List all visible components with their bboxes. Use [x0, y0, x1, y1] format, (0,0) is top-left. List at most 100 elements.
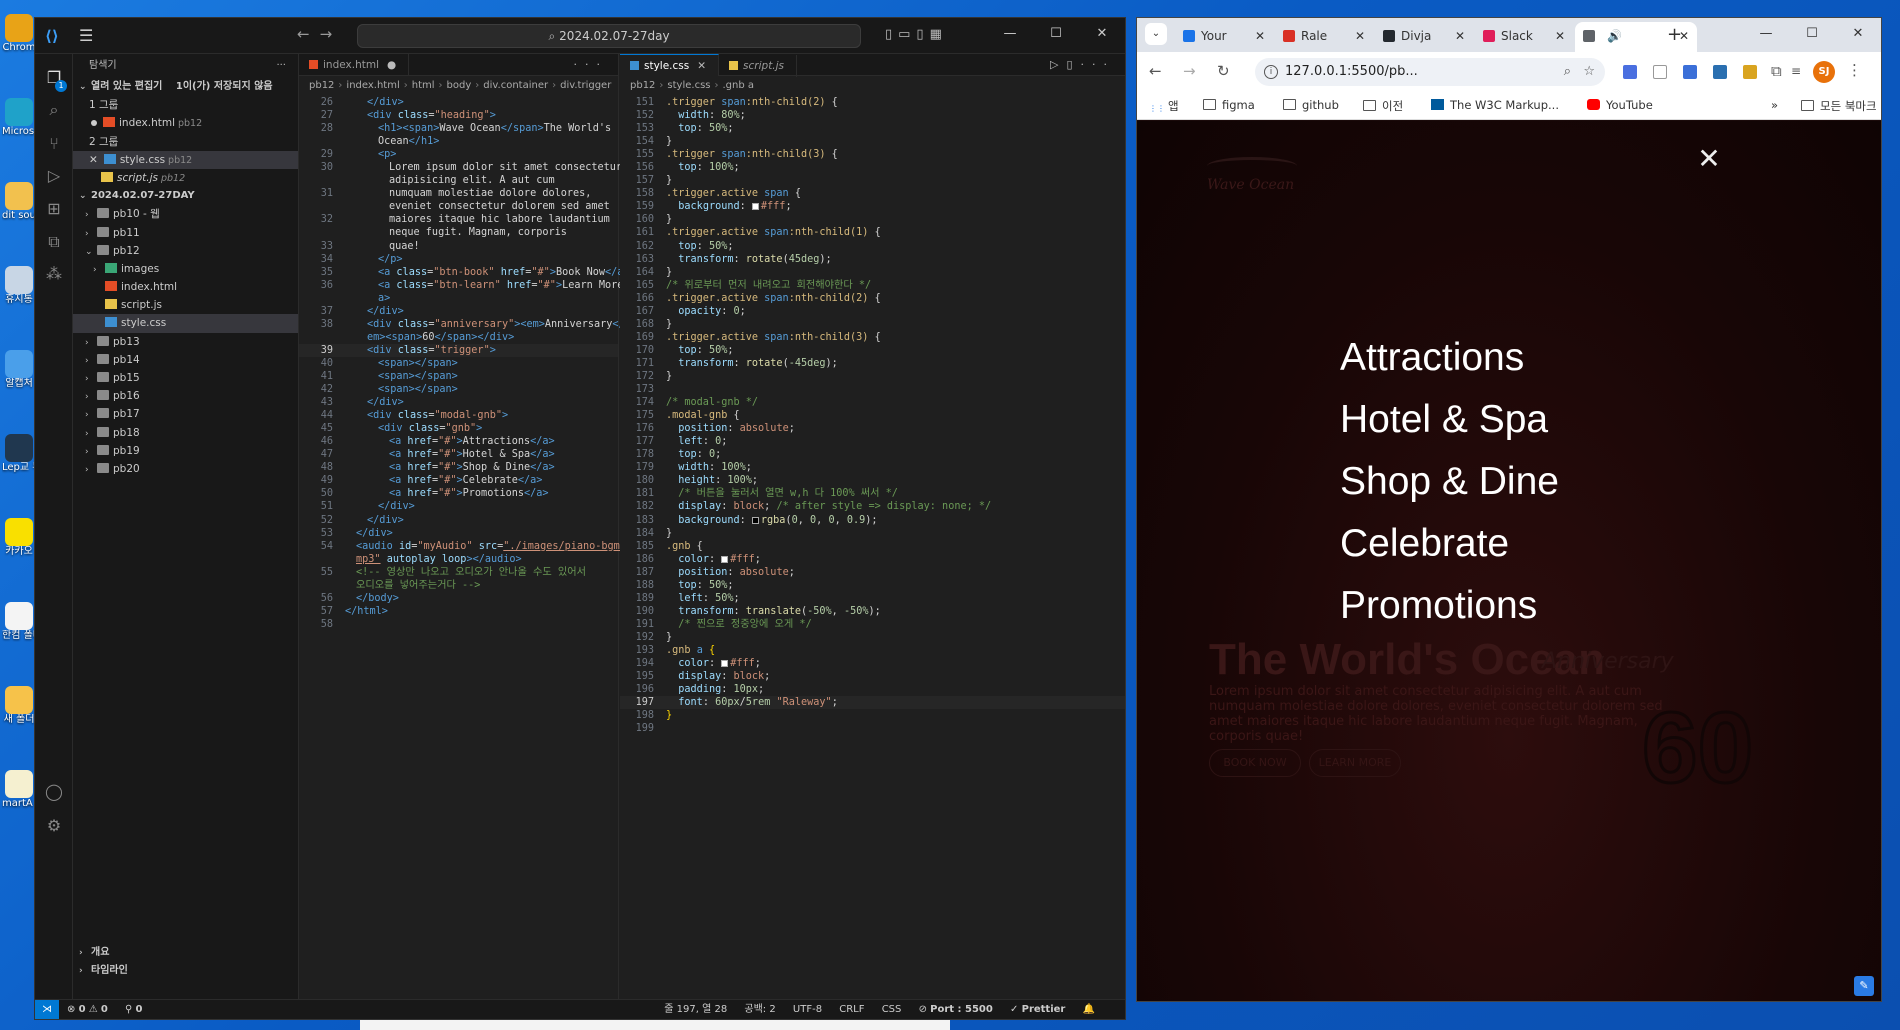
new-tab-icon[interactable]: +: [1667, 24, 1682, 45]
code-line[interactable]: 54 <audio id="myAudio" src="./images/pian…: [299, 540, 626, 553]
code-line[interactable]: 51 </div>: [299, 500, 618, 513]
open-editor-index-html[interactable]: index.html pb12: [73, 114, 298, 132]
code-line[interactable]: 170 top: 50%;: [620, 344, 1125, 357]
group-1-label[interactable]: 1 그룹: [73, 96, 298, 114]
code-line[interactable]: 185 .gnb {: [620, 540, 1125, 553]
gnb-link[interactable]: Hotel & Spa: [1340, 389, 1559, 451]
code-line[interactable]: 175 .modal-gnb {: [620, 409, 1125, 422]
live-server-port[interactable]: ⊘ Port : 5500: [919, 1004, 993, 1015]
code-line[interactable]: 34 </p>: [299, 253, 618, 266]
code-line[interactable]: 192}: [620, 631, 1125, 644]
code-line[interactable]: 159 background: #fff;: [620, 200, 1125, 213]
code-line[interactable]: 155 .trigger span:nth-child(3) {: [620, 148, 1125, 161]
breadcrumb-item[interactable]: index.html: [346, 80, 399, 91]
close-icon[interactable]: ✕: [1455, 22, 1465, 50]
extensions-icon[interactable]: ⊞: [44, 199, 64, 219]
unsaved-dot-icon[interactable]: ●: [387, 59, 396, 71]
file-item[interactable]: style.css: [73, 314, 298, 333]
tab-index-html[interactable]: index.html ●: [299, 54, 410, 76]
layout-controls[interactable]: ▯▭▯▦: [885, 27, 948, 42]
code-line[interactable]: mp3" autoplay loop></audio>: [299, 553, 618, 566]
code-line[interactable]: 151 .trigger span:nth-child(2) {: [620, 96, 1125, 109]
code-line[interactable]: 166 .trigger.active span:nth-child(2) {: [620, 292, 1125, 305]
code-line[interactable]: 171 transform: rotate(-45deg);: [620, 357, 1125, 370]
code-line[interactable]: 164}: [620, 266, 1125, 279]
code-line[interactable]: 195 display: block;: [620, 670, 1125, 683]
folder-item[interactable]: › pb10 - 웹: [73, 205, 298, 223]
more-bookmarks-chevron-icon[interactable]: »: [1771, 98, 1778, 112]
code-line[interactable]: 158 .trigger.active span {: [620, 187, 1125, 200]
extension-icon[interactable]: [1623, 65, 1637, 79]
browser-tab[interactable]: Divja ✕: [1375, 22, 1473, 52]
back-icon[interactable]: ←: [1149, 62, 1162, 80]
breadcrumb-item[interactable]: pb12: [309, 80, 334, 91]
profile-avatar[interactable]: SJ: [1813, 61, 1835, 83]
code-line[interactable]: 179 width: 100%;: [620, 461, 1125, 474]
folder-item[interactable]: › pb11: [73, 224, 298, 242]
code-line[interactable]: 31 numquam molestiae dolore dolores,: [299, 187, 618, 200]
code-line[interactable]: eveniet consectetur dolorem sed amet: [299, 200, 618, 213]
ports-indicator[interactable]: ⚲ 0: [125, 1004, 142, 1015]
file-item[interactable]: › images: [73, 260, 298, 278]
remote-icon[interactable]: ⋊: [35, 1000, 59, 1019]
folder-item[interactable]: › pb14: [73, 351, 298, 369]
code-line[interactable]: 32 maiores itaque hic labore laudantium: [299, 213, 618, 226]
code-line[interactable]: 161 .trigger.active span:nth-child(1) {: [620, 226, 1125, 239]
gnb-link[interactable]: Attractions: [1340, 327, 1559, 389]
close-icon[interactable]: ✕: [1255, 22, 1265, 50]
desktop-icon[interactable]: martA (1): [2, 770, 36, 834]
code-line[interactable]: 188 top: 50%;: [620, 579, 1125, 592]
folder-item[interactable]: ⌄ pb12: [73, 242, 298, 260]
code-line[interactable]: 57 </html>: [299, 605, 618, 618]
close-icon[interactable]: ✕: [1079, 18, 1125, 50]
code-line[interactable]: 167 opacity: 0;: [620, 305, 1125, 318]
code-line[interactable]: 178 top: 0;: [620, 448, 1125, 461]
address-bar[interactable]: i 127.0.0.1:5500/pb... ⌕ ☆: [1255, 58, 1605, 86]
code-line[interactable]: em><span>60</span></div>: [299, 331, 618, 344]
bookmark-item[interactable]: 이전: [1363, 98, 1403, 114]
tab-search-icon[interactable]: ⌄: [1145, 23, 1167, 45]
folder-item[interactable]: › pb19: [73, 442, 298, 460]
encoding[interactable]: UTF-8: [793, 1004, 822, 1015]
file-item[interactable]: index.html: [73, 278, 298, 296]
code-line[interactable]: 189 left: 50%;: [620, 592, 1125, 605]
code-line[interactable]: 187 position: absolute;: [620, 566, 1125, 579]
code-line[interactable]: 168}: [620, 318, 1125, 331]
code-line[interactable]: 41 <span></span>: [299, 370, 618, 383]
code-line[interactable]: 157}: [620, 174, 1125, 187]
bookmark-item[interactable]: figma: [1203, 98, 1255, 112]
code-line[interactable]: 184}: [620, 527, 1125, 540]
code-line[interactable]: 169 .trigger.active span:nth-child(3) {: [620, 331, 1125, 344]
command-center-search[interactable]: ⌕ 2024.02.07-27day: [357, 24, 861, 48]
code-line[interactable]: adipisicing elit. A aut cum: [299, 174, 618, 187]
code-line[interactable]: 52 </div>: [299, 514, 618, 527]
extension-icon[interactable]: [1713, 65, 1727, 79]
prettier-status[interactable]: ✓ Prettier: [1010, 1004, 1065, 1015]
browser-tab[interactable]: Your ✕: [1175, 22, 1273, 52]
open-editors-section[interactable]: ⌄ 열려 있는 편집기 1이(가) 저장되지 않음: [73, 78, 298, 96]
gear-icon[interactable]: ⚙: [44, 816, 64, 836]
extensions-puzzle-icon[interactable]: ⧉: [1771, 62, 1782, 80]
code-line[interactable]: 156 top: 100%;: [620, 161, 1125, 174]
code-line[interactable]: a>: [299, 292, 618, 305]
code-line[interactable]: 46 <a href="#">Attractions</a>: [299, 435, 618, 448]
breadcrumb-item[interactable]: style.css: [667, 80, 710, 91]
close-icon[interactable]: ✕: [1835, 18, 1881, 50]
workspace-section[interactable]: ⌄ 2024.02.07-27DAY: [73, 187, 298, 205]
code-line[interactable]: 172}: [620, 370, 1125, 383]
code-line[interactable]: 153 top: 50%;: [620, 122, 1125, 135]
reload-icon[interactable]: ↻: [1217, 62, 1230, 80]
cursor-position[interactable]: 줄 197, 열 28: [664, 1004, 727, 1015]
code-line[interactable]: 26 </div>: [299, 96, 618, 109]
code-line[interactable]: 196 padding: 10px;: [620, 683, 1125, 696]
code-line[interactable]: 29 <p>: [299, 148, 618, 161]
code-line[interactable]: 199: [620, 722, 1125, 735]
code-line[interactable]: 40 <span></span>: [299, 357, 618, 370]
code-line[interactable]: 45 <div class="gnb">: [299, 422, 618, 435]
code-line[interactable]: 56 </body>: [299, 592, 618, 605]
code-line[interactable]: 오디오를 넣어주는거다 -->: [299, 579, 618, 592]
code-line[interactable]: 154}: [620, 135, 1125, 148]
folder-item[interactable]: › pb16: [73, 387, 298, 405]
tab-script-js[interactable]: script.js: [719, 55, 798, 77]
code-line[interactable]: 173: [620, 383, 1125, 396]
